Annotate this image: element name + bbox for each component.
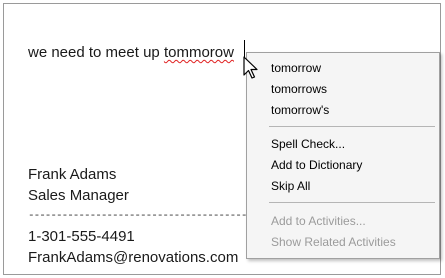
add-to-dictionary-menu-item[interactable]: Add to Dictionary — [271, 155, 362, 175]
menu-separator — [269, 126, 435, 127]
signature-name: Frank Adams — [28, 166, 117, 183]
signature-phone: 1-301-555-4491 — [28, 228, 135, 245]
text-line-1-prefix: we need to meet up — [28, 44, 164, 61]
suggestion-item-tomorrow-s[interactable]: tomorrow's — [271, 100, 329, 120]
suggestion-item-tomorrows[interactable]: tomorrows — [271, 79, 327, 99]
mouse-pointer-icon — [243, 56, 258, 79]
spellcheck-context-menu: tomorrow tomorrows tomorrow's Spell Chec… — [246, 52, 440, 259]
spell-check-menu-item[interactable]: Spell Check... — [271, 134, 345, 154]
skip-all-menu-item[interactable]: Skip All — [271, 176, 310, 196]
menu-separator — [269, 202, 435, 203]
text-line-1: we need to meet up tommorow — [28, 44, 234, 61]
misspelled-word[interactable]: tommorow — [164, 44, 234, 61]
signature-title: Sales Manager — [28, 187, 129, 204]
add-to-activities-menu-item: Add to Activities... — [271, 214, 366, 228]
show-related-activities-menu-item: Show Related Activities — [271, 235, 396, 249]
signature-email: FrankAdams@renovations.com — [28, 249, 239, 266]
signature-divider: ----------------------------------------… — [28, 210, 248, 222]
suggestion-item-tomorrow[interactable]: tomorrow — [271, 58, 321, 78]
